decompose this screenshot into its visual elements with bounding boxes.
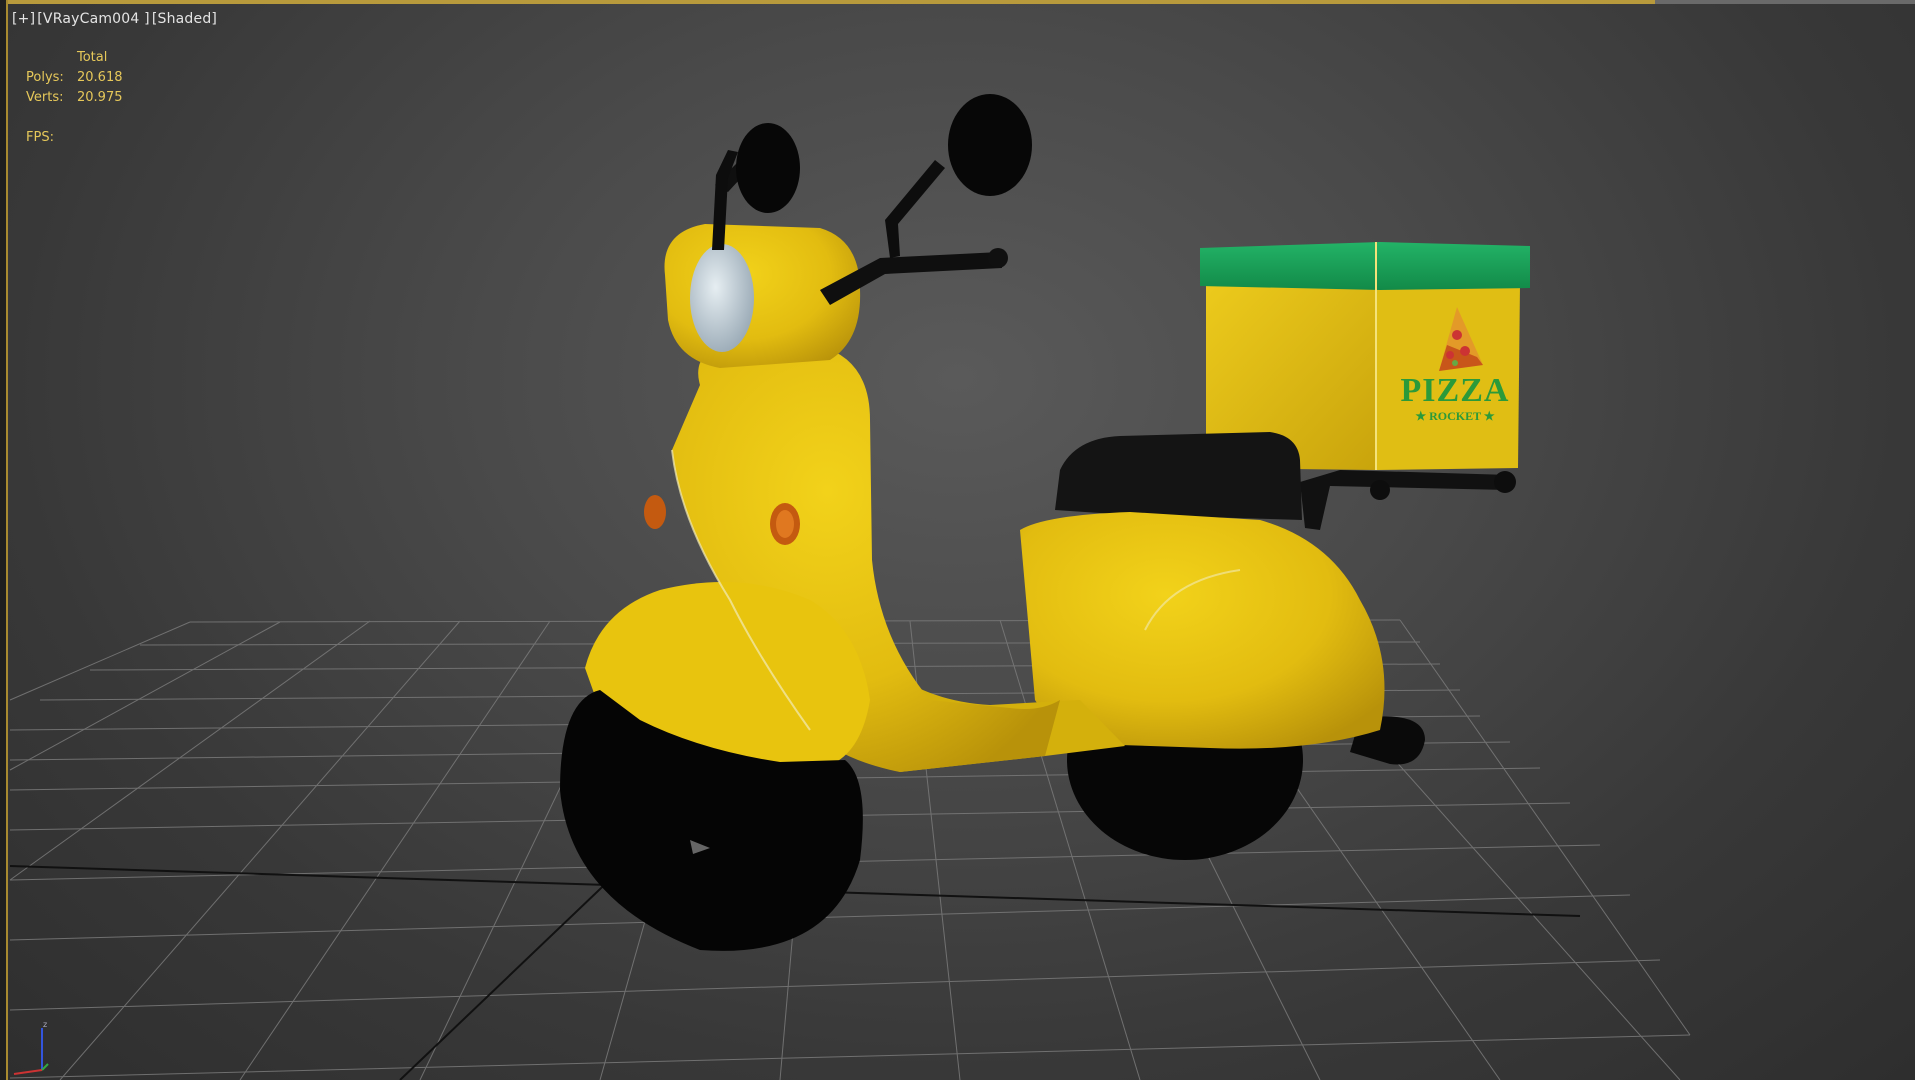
axis-z-label: z — [43, 1020, 47, 1029]
stats-fps-label: FPS: — [26, 130, 54, 145]
viewport-general-menu[interactable]: [+] — [12, 11, 35, 27]
headlight — [690, 244, 754, 352]
seat — [1055, 432, 1302, 520]
mirror-stem-right — [885, 160, 945, 258]
pizza-sub-text: ★ ROCKET ★ — [1415, 409, 1495, 423]
pizza-logo-decal: PIZZA ★ ROCKET ★ — [1395, 305, 1515, 445]
stats-total-header: Total — [77, 50, 108, 65]
world-y-axis — [399, 869, 621, 1080]
mirror-left — [736, 123, 800, 213]
stats-polys-label: Polys: — [26, 70, 64, 85]
axis-tripod-icon: z — [13, 1020, 49, 1075]
pizza-slice-icon — [1439, 307, 1483, 371]
stats-verts-value: 20.975 — [77, 90, 123, 105]
viewport-shading-menu[interactable]: [Shaded] — [152, 11, 217, 27]
viewport-label-menu[interactable]: [+] [VRayCam004 ] [Shaded] — [12, 11, 219, 27]
mirror-right — [948, 94, 1032, 196]
3d-viewport[interactable]: PIZZA ★ ROCKET ★ [+] [VRayCam004 ] [Shaded… — [0, 0, 1915, 1080]
turn-signal-left — [644, 495, 666, 529]
stats-polys-value: 20.618 — [77, 70, 123, 85]
scene-render — [9, 94, 1691, 1080]
stats-verts-label: Verts: — [26, 90, 64, 105]
viewport-camera-menu[interactable]: [VRayCam004 ] — [37, 11, 150, 27]
pizza-brand-text: PIZZA — [1400, 372, 1510, 409]
rack-arm — [1300, 470, 1516, 530]
